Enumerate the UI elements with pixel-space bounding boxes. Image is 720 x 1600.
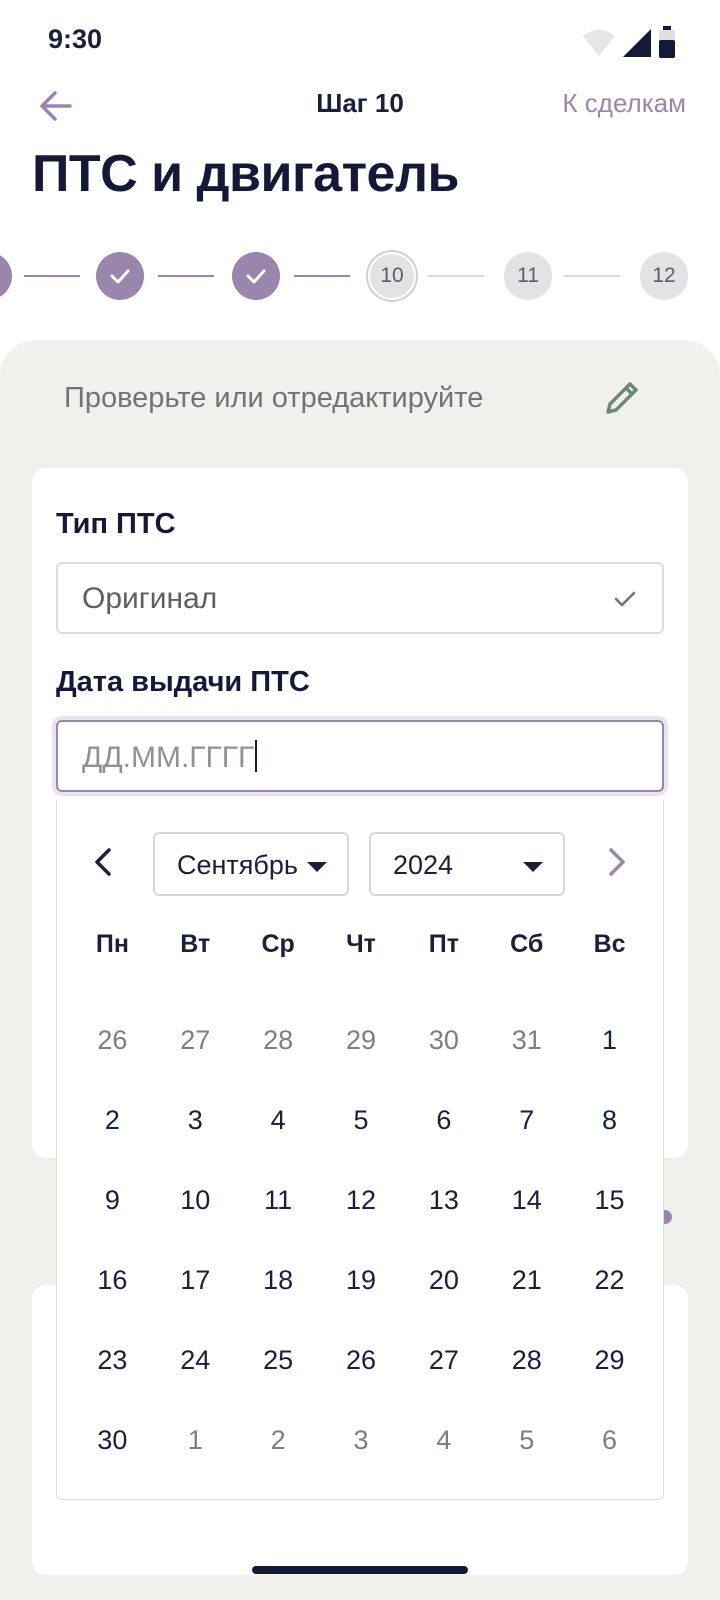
signal-icon bbox=[623, 29, 651, 57]
calendar-day[interactable]: 28 bbox=[485, 1320, 568, 1400]
pts-date-placeholder: ДД.ММ.ГГГГ bbox=[82, 740, 258, 775]
calendar-day[interactable]: 23 bbox=[71, 1320, 154, 1400]
calendar-day[interactable]: 15 bbox=[568, 1160, 651, 1240]
step-pending: 11 bbox=[504, 252, 552, 300]
pts-date-input[interactable]: ДД.ММ.ГГГГ bbox=[56, 720, 664, 792]
step-pending: 12 bbox=[640, 252, 688, 300]
battery-icon bbox=[659, 26, 675, 58]
calendar-day-outside[interactable]: 2 bbox=[237, 1400, 320, 1480]
calendar-day-outside[interactable]: 6 bbox=[568, 1400, 651, 1480]
calendar-day[interactable]: 16 bbox=[71, 1240, 154, 1320]
calendar-day[interactable]: 5 bbox=[320, 1080, 403, 1160]
step-connector bbox=[428, 275, 484, 277]
calendar-day[interactable]: 25 bbox=[237, 1320, 320, 1400]
weekday-label: Пн bbox=[95, 930, 129, 958]
caret-down-icon bbox=[307, 862, 327, 872]
calendar-day[interactable]: 17 bbox=[154, 1240, 237, 1320]
month-value: Сентябрь bbox=[177, 850, 298, 880]
step-connector bbox=[24, 275, 80, 277]
calendar-day-outside[interactable]: 31 bbox=[485, 1000, 568, 1080]
calendar-day[interactable]: 29 bbox=[568, 1320, 651, 1400]
calendar-day-outside[interactable]: 4 bbox=[402, 1400, 485, 1480]
calendar-day-outside[interactable]: 5 bbox=[485, 1400, 568, 1480]
calendar-day[interactable]: 7 bbox=[485, 1080, 568, 1160]
calendar-day[interactable]: 20 bbox=[402, 1240, 485, 1320]
nav-row: Шаг 10 К сделкам bbox=[0, 80, 720, 130]
pencil-icon bbox=[606, 382, 638, 414]
calendar-day[interactable]: 24 bbox=[154, 1320, 237, 1400]
calendar-day[interactable]: 14 bbox=[485, 1160, 568, 1240]
step-connector bbox=[158, 275, 214, 277]
home-indicator[interactable] bbox=[252, 1566, 468, 1574]
weekday-label: Чт bbox=[346, 930, 376, 958]
calendar-day[interactable]: 19 bbox=[320, 1240, 403, 1320]
step-connector bbox=[564, 275, 620, 277]
calendar-day[interactable]: 11 bbox=[237, 1160, 320, 1240]
calendar-day-outside[interactable]: 1 bbox=[154, 1400, 237, 1480]
check-icon bbox=[246, 269, 266, 284]
calendar-day[interactable]: 3 bbox=[154, 1080, 237, 1160]
calendar-day[interactable]: 18 bbox=[237, 1240, 320, 1320]
weekday-label: Вс bbox=[593, 930, 626, 958]
check-icon bbox=[614, 591, 636, 607]
calendar-day[interactable]: 27 bbox=[402, 1320, 485, 1400]
calendar-day[interactable]: 10 bbox=[154, 1160, 237, 1240]
calendar-day[interactable]: 2 bbox=[71, 1080, 154, 1160]
calendar-day[interactable]: 21 bbox=[485, 1240, 568, 1320]
step-current: 10 bbox=[368, 252, 416, 300]
year-select[interactable]: 2024 bbox=[369, 832, 565, 896]
weekday-label: Ср bbox=[261, 930, 295, 958]
weekday-label: Сб bbox=[510, 930, 544, 958]
calendar-day[interactable]: 6 bbox=[402, 1080, 485, 1160]
chevron-left-icon bbox=[95, 848, 111, 876]
page-title: ПТС и двигатель bbox=[32, 145, 459, 203]
step-done bbox=[0, 252, 12, 300]
weekday-header: Пн Вт Ср Чт Пт Сб Вс bbox=[71, 930, 651, 959]
calendar-day-outside[interactable]: 26 bbox=[71, 1000, 154, 1080]
progress-stepper: 10 11 12 bbox=[0, 248, 720, 304]
pts-date-label: Дата выдачи ПТС bbox=[56, 666, 310, 698]
pts-type-select[interactable]: Оригинал bbox=[56, 562, 664, 634]
day-grid: 26 27 28 29 30 31 1 2 3 4 5 6 7 8 9 10 11 12 13 14 15 16 17 18 1… bbox=[71, 1000, 651, 1480]
calendar-day[interactable]: 1 bbox=[568, 1000, 651, 1080]
chevron-right-icon bbox=[609, 848, 625, 876]
calendar-day-outside[interactable]: 3 bbox=[320, 1400, 403, 1480]
calendar-day[interactable]: 12 bbox=[320, 1160, 403, 1240]
next-month-button[interactable] bbox=[595, 842, 635, 882]
caret-down-icon bbox=[523, 862, 543, 872]
edit-button[interactable] bbox=[600, 376, 644, 420]
calendar-day[interactable]: 4 bbox=[237, 1080, 320, 1160]
weekday-label: Пт bbox=[428, 930, 459, 958]
calendar-day[interactable]: 26 bbox=[320, 1320, 403, 1400]
calendar-day-outside[interactable]: 29 bbox=[320, 1000, 403, 1080]
status-bar: 9:30 bbox=[0, 0, 720, 80]
calendar-day[interactable]: 8 bbox=[568, 1080, 651, 1160]
panel-hint: Проверьте или отредактируйте bbox=[64, 382, 484, 414]
pts-type-value: Оригинал bbox=[82, 582, 218, 615]
step-done bbox=[96, 252, 144, 300]
calendar-day-outside[interactable]: 28 bbox=[237, 1000, 320, 1080]
calendar-day[interactable]: 30 bbox=[71, 1400, 154, 1480]
deals-link[interactable]: К сделкам bbox=[562, 88, 686, 119]
year-value: 2024 bbox=[393, 850, 454, 880]
check-icon bbox=[110, 269, 130, 284]
calendar-day-outside[interactable]: 27 bbox=[154, 1000, 237, 1080]
calendar-day-outside[interactable]: 30 bbox=[402, 1000, 485, 1080]
step-done bbox=[232, 252, 280, 300]
pts-type-label: Тип ПТС bbox=[56, 508, 176, 540]
status-time: 9:30 bbox=[48, 24, 103, 54]
step-connector bbox=[294, 275, 350, 277]
month-select[interactable]: Сентябрь bbox=[153, 832, 349, 896]
date-picker: Сентябрь 2024 Пн Вт Ср Чт Пт Сб Вс 26 27 28 29 30 3… bbox=[56, 800, 664, 1500]
calendar-day[interactable]: 13 bbox=[402, 1160, 485, 1240]
calendar-day[interactable]: 9 bbox=[71, 1160, 154, 1240]
wifi-icon bbox=[583, 29, 615, 56]
prev-month-button[interactable] bbox=[85, 842, 125, 882]
weekday-label: Вт bbox=[180, 930, 211, 958]
status-icons bbox=[582, 26, 676, 58]
calendar-day[interactable]: 22 bbox=[568, 1240, 651, 1320]
